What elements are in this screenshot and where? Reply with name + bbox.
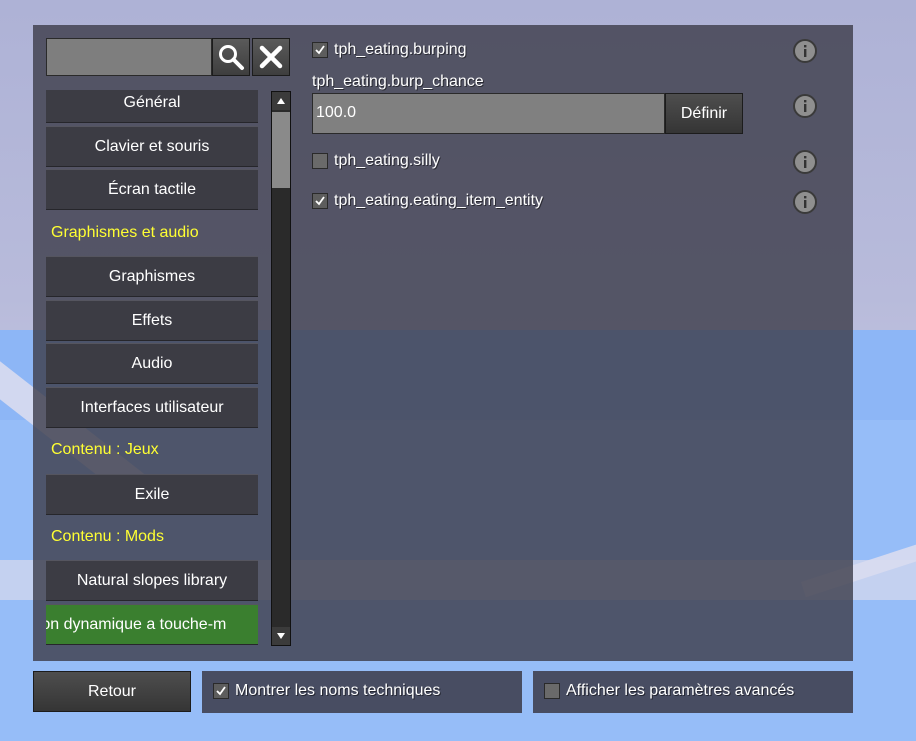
info-icon — [804, 100, 807, 112]
nav-general[interactable]: Général — [46, 90, 258, 123]
nav-effects[interactable]: Effets — [46, 300, 258, 341]
eating-item-entity-checkbox[interactable] — [312, 193, 328, 209]
check-icon — [315, 45, 325, 55]
close-icon — [259, 45, 283, 69]
arrow-down-icon — [277, 633, 285, 639]
eating-item-entity-label: tph_eating.eating_item_entity — [334, 192, 544, 209]
category-scrollbar[interactable] — [271, 91, 291, 646]
back-button[interactable]: Retour — [33, 671, 191, 712]
burp-chance-label: tph_eating.burp_chance — [312, 73, 484, 90]
burping-checkbox[interactable] — [312, 42, 328, 58]
nav-natural-slopes[interactable]: Natural slopes library — [46, 560, 258, 601]
silly-info-button[interactable] — [793, 150, 817, 174]
advanced-settings-checkbox[interactable] — [544, 683, 560, 699]
technical-names-checkbox[interactable] — [213, 683, 229, 699]
info-icon — [804, 45, 807, 57]
burp-chance-info-button[interactable] — [793, 94, 817, 118]
nav-dynamic-animation[interactable]: Animation dynamique a touche-m — [46, 604, 258, 645]
nav-audio[interactable]: Audio — [46, 343, 258, 384]
nav-exile[interactable]: Exile — [46, 474, 258, 515]
burping-info-button[interactable] — [793, 39, 817, 63]
nav-heading-graphics-audio: Graphismes et audio — [51, 224, 199, 241]
arrow-up-icon — [277, 98, 285, 104]
nav-user-interfaces[interactable]: Interfaces utilisateur — [46, 387, 258, 428]
silly-checkbox[interactable] — [312, 153, 328, 169]
info-icon — [804, 156, 807, 168]
check-icon — [315, 196, 325, 206]
nav-touchscreen[interactable]: Écran tactile — [46, 169, 258, 210]
set-burp-chance-button[interactable]: Définir — [665, 93, 743, 134]
nav-graphics[interactable]: Graphismes — [46, 256, 258, 297]
search-icon — [219, 45, 244, 70]
clear-search-button[interactable] — [252, 38, 290, 76]
burping-label: tph_eating.burping — [334, 41, 467, 58]
nav-heading-games: Contenu : Jeux — [51, 441, 159, 458]
silly-label: tph_eating.silly — [334, 152, 440, 169]
scroll-thumb[interactable] — [272, 112, 290, 188]
technical-names-label: Montrer les noms techniques — [235, 682, 441, 699]
category-list: Général Clavier et souris Écran tactile … — [46, 90, 258, 646]
nav-keyboard-mouse[interactable]: Clavier et souris — [46, 126, 258, 167]
nav-heading-mods: Contenu : Mods — [51, 528, 164, 545]
advanced-settings-label: Afficher les paramètres avancés — [566, 682, 795, 699]
scroll-down-button[interactable] — [272, 627, 290, 645]
burp-chance-input[interactable]: 100.0 — [312, 93, 665, 134]
search-input[interactable] — [46, 38, 212, 76]
info-icon — [804, 196, 807, 208]
eating-item-entity-info-button[interactable] — [793, 190, 817, 214]
search-button[interactable] — [212, 38, 250, 76]
check-icon — [216, 686, 226, 696]
scroll-up-button[interactable] — [272, 92, 290, 110]
